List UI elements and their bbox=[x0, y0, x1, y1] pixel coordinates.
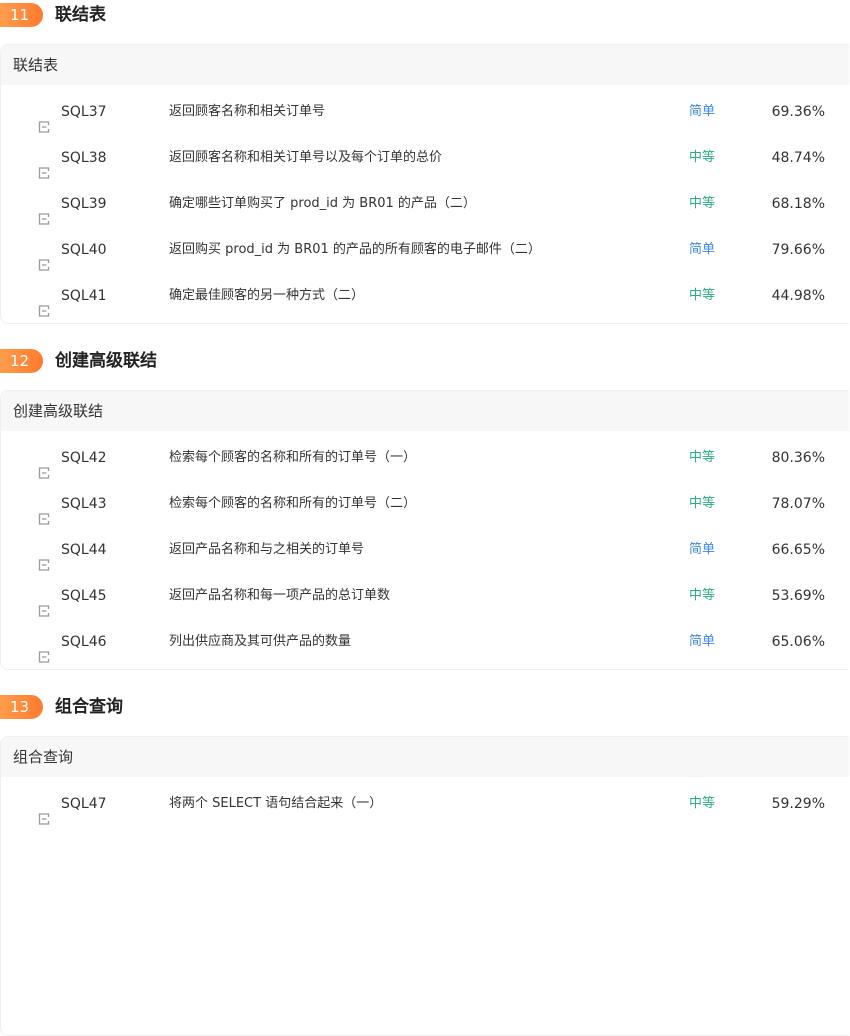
file-edit-icon bbox=[38, 544, 50, 571]
chapter-card: 创建高级联结 SQL42 检索每个顾客的名称和所有的订单号（一） 中等 80.36% SQ… bbox=[0, 390, 849, 670]
chapter-title: 创建高级联结 bbox=[55, 351, 157, 371]
problem-rows: SQL42 检索每个顾客的名称和所有的订单号（一） 中等 80.36% SQL43 检索每… bbox=[1, 431, 849, 665]
chapter-group-label: 创建高级联结 bbox=[1, 391, 849, 431]
problem-id[interactable]: SQL37 bbox=[61, 89, 107, 135]
difficulty-label: 中等 bbox=[689, 288, 716, 303]
chapter-number-badge: 12 bbox=[0, 349, 43, 373]
problem-row[interactable]: SQL37 返回顾客名称和相关订单号 简单 69.36% bbox=[1, 89, 849, 135]
problem-title[interactable]: 列出供应商及其可供产品的数量 bbox=[169, 619, 351, 665]
chapter-number-badge: 11 bbox=[0, 3, 43, 27]
difficulty-label: 简单 bbox=[689, 104, 716, 119]
pass-rate: 59.29% bbox=[771, 796, 825, 812]
difficulty-label: 简单 bbox=[689, 242, 716, 257]
file-edit-icon bbox=[38, 798, 50, 825]
chapter-card: 组合查询 SQL47 将两个 SELECT 语句结合起来（一） 中等 59.29% bbox=[0, 736, 849, 1036]
pass-rate: 69.36% bbox=[771, 104, 825, 120]
difficulty-label: 中等 bbox=[689, 196, 716, 211]
file-edit-icon bbox=[38, 290, 50, 317]
pass-rate: 44.98% bbox=[771, 288, 825, 304]
problem-title[interactable]: 返回购买 prod_id 为 BR01 的产品的所有顾客的电子邮件（二） bbox=[169, 227, 541, 273]
problem-id[interactable]: SQL46 bbox=[61, 619, 107, 665]
problem-title[interactable]: 检索每个顾客的名称和所有的订单号（一） bbox=[169, 435, 416, 481]
problem-row[interactable]: SQL40 返回购买 prod_id 为 BR01 的产品的所有顾客的电子邮件（二… bbox=[1, 227, 849, 273]
problem-id[interactable]: SQL41 bbox=[61, 273, 107, 319]
problem-row[interactable]: SQL44 返回产品名称和与之相关的订单号 简单 66.65% bbox=[1, 527, 849, 573]
difficulty-label: 中等 bbox=[689, 450, 716, 465]
file-edit-icon bbox=[38, 106, 50, 133]
chapter-title: 联结表 bbox=[55, 5, 106, 25]
chapter-card: 联结表 SQL37 返回顾客名称和相关订单号 简单 69.36% SQL38 返回顾客名称和… bbox=[0, 44, 849, 324]
pass-rate: 80.36% bbox=[771, 450, 825, 466]
chapter-header: 13 组合查询 bbox=[0, 692, 850, 722]
problem-id[interactable]: SQL44 bbox=[61, 527, 107, 573]
difficulty-label: 中等 bbox=[689, 496, 716, 511]
difficulty-label: 简单 bbox=[689, 542, 716, 557]
file-edit-icon bbox=[38, 198, 50, 225]
chapter-number-badge: 13 bbox=[0, 695, 43, 719]
difficulty-label: 中等 bbox=[689, 796, 716, 811]
file-edit-icon bbox=[38, 244, 50, 271]
pass-rate: 78.07% bbox=[771, 496, 825, 512]
problem-id[interactable]: SQL47 bbox=[61, 781, 107, 827]
file-edit-icon bbox=[38, 590, 50, 617]
pass-rate: 65.06% bbox=[771, 634, 825, 650]
problem-title[interactable]: 返回产品名称和与之相关的订单号 bbox=[169, 527, 364, 573]
problem-row[interactable]: SQL46 列出供应商及其可供产品的数量 简单 65.06% bbox=[1, 619, 849, 665]
chapter-header: 12 创建高级联结 bbox=[0, 346, 850, 376]
difficulty-label: 中等 bbox=[689, 588, 716, 603]
pass-rate: 79.66% bbox=[771, 242, 825, 258]
problem-row[interactable]: SQL38 返回顾客名称和相关订单号以及每个订单的总价 中等 48.74% bbox=[1, 135, 849, 181]
problem-id[interactable]: SQL43 bbox=[61, 481, 107, 527]
file-edit-icon bbox=[38, 636, 50, 663]
difficulty-label: 中等 bbox=[689, 150, 716, 165]
problem-title[interactable]: 返回顾客名称和相关订单号以及每个订单的总价 bbox=[169, 135, 442, 181]
chapter-group-label: 组合查询 bbox=[1, 737, 849, 777]
chapter-header: 11 联结表 bbox=[0, 0, 850, 30]
problem-id[interactable]: SQL38 bbox=[61, 135, 107, 181]
problem-rows: SQL47 将两个 SELECT 语句结合起来（一） 中等 59.29% bbox=[1, 777, 849, 827]
problem-row[interactable]: SQL47 将两个 SELECT 语句结合起来（一） 中等 59.29% bbox=[1, 781, 849, 827]
file-edit-icon bbox=[38, 452, 50, 479]
problem-row[interactable]: SQL39 确定哪些订单购买了 prod_id 为 BR01 的产品（二） 中等 68… bbox=[1, 181, 849, 227]
problem-row[interactable]: SQL42 检索每个顾客的名称和所有的订单号（一） 中等 80.36% bbox=[1, 435, 849, 481]
problem-title[interactable]: 返回产品名称和每一项产品的总订单数 bbox=[169, 573, 390, 619]
problem-id[interactable]: SQL42 bbox=[61, 435, 107, 481]
chapter-group-label: 联结表 bbox=[1, 45, 849, 85]
problem-id[interactable]: SQL40 bbox=[61, 227, 107, 273]
problem-id[interactable]: SQL39 bbox=[61, 181, 107, 227]
pass-rate: 53.69% bbox=[771, 588, 825, 604]
file-edit-icon bbox=[38, 498, 50, 525]
problem-rows: SQL37 返回顾客名称和相关订单号 简单 69.36% SQL38 返回顾客名称和相关订… bbox=[1, 85, 849, 319]
pass-rate: 48.74% bbox=[771, 150, 825, 166]
problem-title[interactable]: 返回顾客名称和相关订单号 bbox=[169, 89, 325, 135]
problem-title[interactable]: 检索每个顾客的名称和所有的订单号（二） bbox=[169, 481, 416, 527]
problem-row[interactable]: SQL41 确定最佳顾客的另一种方式（二） 中等 44.98% bbox=[1, 273, 849, 319]
problem-row[interactable]: SQL43 检索每个顾客的名称和所有的订单号（二） 中等 78.07% bbox=[1, 481, 849, 527]
problem-title[interactable]: 确定哪些订单购买了 prod_id 为 BR01 的产品（二） bbox=[169, 181, 476, 227]
pass-rate: 66.65% bbox=[771, 542, 825, 558]
problem-row[interactable]: SQL45 返回产品名称和每一项产品的总订单数 中等 53.69% bbox=[1, 573, 849, 619]
problem-id[interactable]: SQL45 bbox=[61, 573, 107, 619]
file-edit-icon bbox=[38, 152, 50, 179]
problem-title[interactable]: 将两个 SELECT 语句结合起来（一） bbox=[169, 781, 382, 827]
chapter-title: 组合查询 bbox=[55, 697, 123, 717]
pass-rate: 68.18% bbox=[771, 196, 825, 212]
problem-title[interactable]: 确定最佳顾客的另一种方式（二） bbox=[169, 273, 364, 319]
difficulty-label: 简单 bbox=[689, 634, 716, 649]
